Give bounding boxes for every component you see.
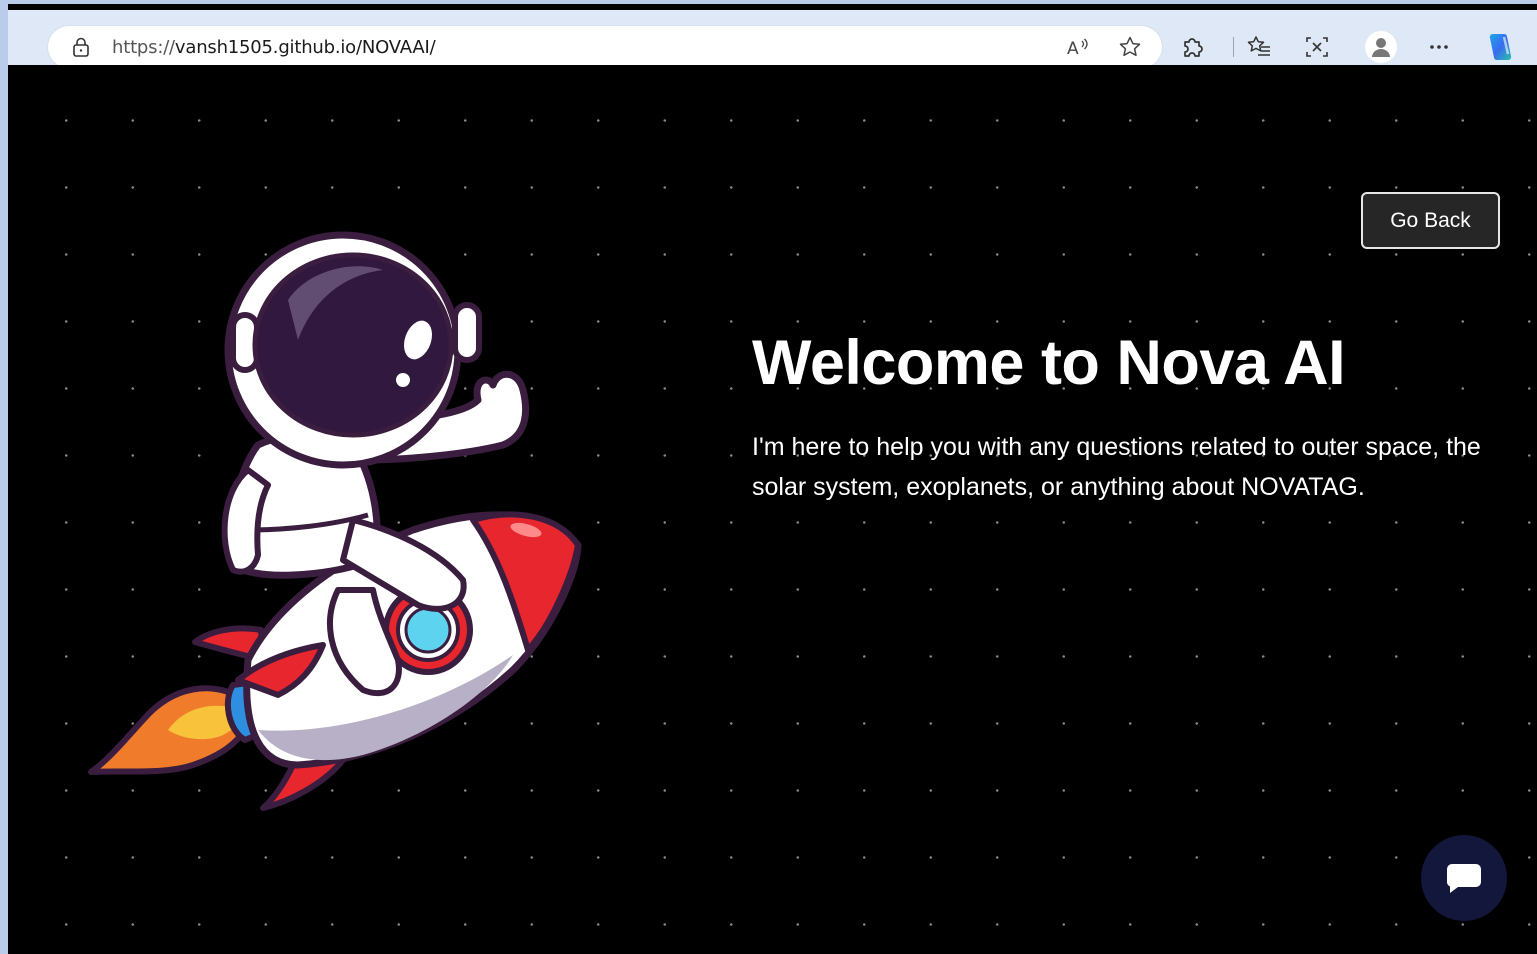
profile-avatar-icon[interactable]: [1364, 30, 1398, 64]
svg-text:A: A: [1067, 39, 1079, 59]
copilot-icon[interactable]: [1484, 30, 1518, 64]
extensions-icon[interactable]: [1180, 34, 1206, 60]
more-options-icon[interactable]: [1426, 34, 1452, 60]
read-aloud-icon[interactable]: A: [1066, 35, 1090, 59]
page-description: I'm here to help you with any questions …: [752, 433, 1481, 501]
toolbar-divider: [1233, 37, 1234, 57]
page-title: Welcome to Nova AI: [752, 328, 1346, 398]
url-host-path: vansh1505.github.io/NOVAAI/: [174, 37, 436, 58]
astronaut-rocket-illustration: [88, 231, 582, 811]
page-content: Welcome to Nova AI I'm here to help you …: [18, 65, 1537, 954]
go-back-button[interactable]: Go Back: [1361, 192, 1500, 249]
lock-icon[interactable]: [72, 37, 90, 57]
url-text[interactable]: https://vansh1505.github.io/NOVAAI/: [112, 37, 436, 58]
chat-button[interactable]: [1421, 835, 1507, 921]
screenshot-icon[interactable]: [1304, 34, 1330, 60]
favorite-star-icon[interactable]: [1118, 35, 1142, 59]
chat-bubble-icon: [1447, 864, 1481, 893]
favorites-icon[interactable]: [1246, 34, 1272, 60]
url-protocol: https://: [112, 37, 175, 58]
browser-toolbar: https://vansh1505.github.io/NOVAAI/ A: [8, 10, 1537, 68]
address-bar[interactable]: https://vansh1505.github.io/NOVAAI/ A: [48, 26, 1162, 68]
